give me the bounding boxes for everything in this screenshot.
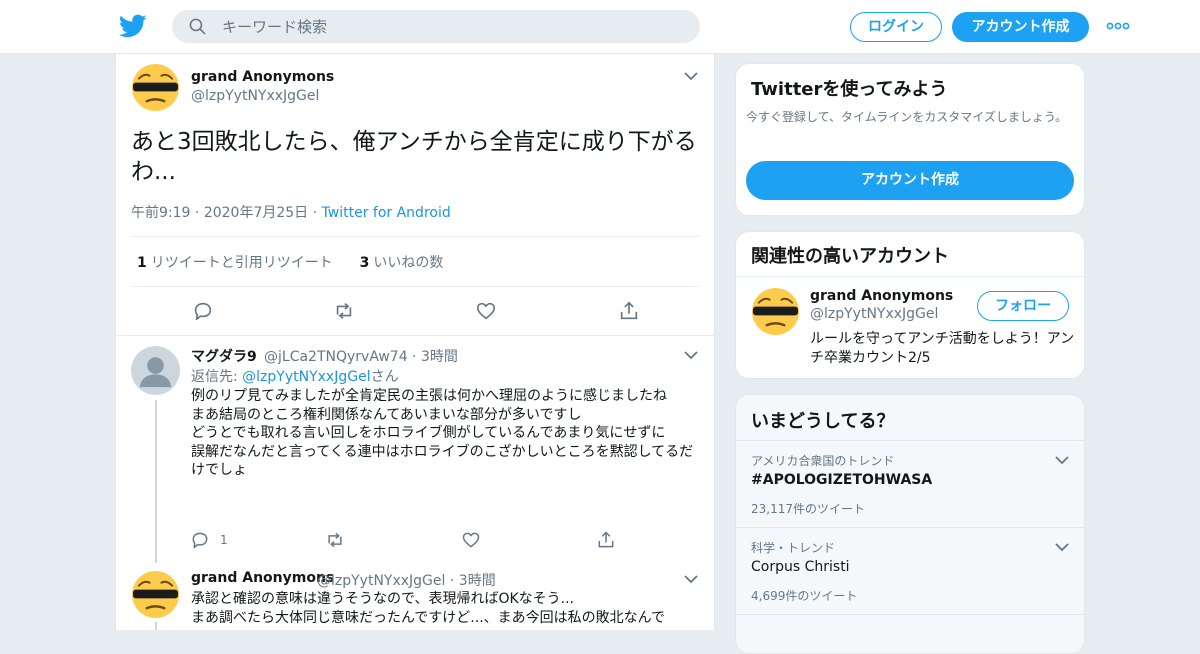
signup-card: Twitterを使ってみよう 今すぐ登録して、タイムラインをカスタマイズしましょ… (735, 63, 1085, 216)
tweet-time[interactable]: 午前9:19 (131, 205, 190, 221)
signup-button[interactable]: アカウント作成 (952, 12, 1089, 42)
chevron-down-icon[interactable] (684, 350, 698, 360)
trend-tweet-count: 4,699件のツイート (751, 589, 858, 603)
reply-line: 誤解だなんだと言ってくる連中はホロライブのこざかしいところを黙認してるだけでしょ (191, 443, 694, 479)
replying-to-link[interactable]: @lzpYytNYxxJgGel (242, 369, 370, 385)
author-handle[interactable]: @lzpYytNYxxJgGel (191, 88, 319, 104)
login-button[interactable]: ログイン (850, 12, 942, 42)
related-accounts-card: 関連性の高いアカウント grand Anonymons @lzpYytNYxxJ… (735, 231, 1085, 379)
trends-card: いまどうしてる？ アメリカ合衆国のトレンド #APOLOGIZETOHWASA … (735, 394, 1085, 654)
trend-item[interactable]: アメリカ合衆国のトレンド #APOLOGIZETOHWASA 23,117件のツ… (736, 441, 1084, 527)
trend-category: アメリカ合衆国のトレンド (751, 454, 895, 468)
related-card-title: 関連性の高いアカウント (751, 246, 949, 267)
reply-line: 承認と確認の意味は違うそうなので、表現帰ればOKなそう... (191, 591, 574, 607)
divider (736, 614, 1084, 615)
author-avatar[interactable] (131, 63, 180, 112)
share-icon[interactable] (596, 530, 616, 550)
divider (131, 286, 699, 287)
default-avatar-icon[interactable] (131, 346, 180, 395)
reply-text: 例のリプ見てみましたが全肯定民の主張は何かへ理屈のように感じましたね まあ結局の… (191, 387, 696, 480)
retweet-icon[interactable] (333, 300, 355, 322)
search-box[interactable] (172, 10, 700, 43)
create-account-button[interactable]: アカウント作成 (746, 161, 1074, 200)
like-stat[interactable]: 3 いいねの数 (360, 255, 444, 271)
like-count: 3 (359, 255, 370, 271)
signup-card-title: Twitterを使ってみよう (751, 79, 948, 100)
reply-line: まあ結局のところ権利関係なんてあいまいな部分が多いですし (191, 406, 582, 423)
related-account-bio: ルールを守ってアンチ活動をしよう！アンチ卒業カウント2/5 (810, 331, 1075, 366)
share-icon[interactable] (618, 300, 640, 322)
like-icon[interactable] (461, 530, 481, 550)
replying-to: 返信先: @lzpYytNYxxJgGelさん (191, 366, 399, 386)
related-account-name[interactable]: grand Anonymons (810, 288, 953, 304)
replying-prefix: 返信先: (191, 369, 243, 385)
more-options-icon[interactable] (1106, 18, 1130, 34)
reply-author-name[interactable]: grand Anonymons (191, 570, 334, 586)
trend-name[interactable]: #APOLOGIZETOHWASA (751, 472, 932, 488)
tweet-stats: 1 リツイートと引用リツイート 3 いいねの数 (137, 252, 443, 272)
reply-time[interactable]: 3時間 (459, 573, 496, 589)
retweet-label: リツイートと引用リツイート (150, 255, 333, 271)
related-account-handle[interactable]: @lzpYytNYxxJgGel (810, 306, 938, 322)
reply-text: 承認と確認の意味は違うそうなので、表現帰ればOKなそう... まあ調べたら大体同… (191, 590, 706, 627)
trends-card-title: いまどうしてる？ (751, 411, 895, 432)
search-input[interactable] (222, 10, 682, 43)
retweet-stat[interactable]: 1 リツイートと引用リツイート (137, 255, 333, 271)
trend-name[interactable]: Corpus Christi (751, 559, 850, 575)
trend-item[interactable]: 科学・トレンド Corpus Christi 4,699件のツイート (736, 528, 1084, 614)
reply-line: 例のリプ見てみましたが全肯定民の主張は何かへ理屈のように感じましたね (191, 388, 667, 404)
reply-author-handle[interactable]: @lzpYytNYxxJgGel · 3時間 (317, 570, 496, 590)
trend-category: 科学・トレンド (751, 541, 836, 555)
reply-handle-text[interactable]: @lzpYytNYxxJgGel (317, 573, 445, 589)
divider (116, 335, 714, 336)
reply-handle-text[interactable]: @jLCa2TNQyrvAw74 (264, 349, 408, 365)
trend-tweet-count: 23,117件のツイート (751, 502, 865, 516)
thread-connector-line (155, 400, 157, 563)
chevron-down-icon[interactable] (1055, 455, 1069, 465)
separator: · (194, 205, 204, 221)
divider (736, 276, 1084, 277)
tweet-source-link[interactable]: Twitter for Android (322, 205, 451, 221)
like-icon[interactable] (475, 300, 497, 322)
reply-icon[interactable] (190, 530, 210, 550)
separator: · (312, 205, 322, 221)
author-avatar[interactable] (131, 570, 180, 619)
divider (131, 236, 699, 237)
reply-line: どうとでも取れる言い回しをホロライブ側がしているんであまり気にせずに (191, 425, 666, 441)
retweet-icon[interactable] (325, 530, 345, 550)
reply-time[interactable]: 3時間 (421, 349, 458, 365)
reply-icon[interactable] (192, 300, 214, 322)
twitter-bird-logo-icon[interactable] (119, 12, 147, 40)
retweet-count: 1 (137, 255, 147, 271)
tweet-detail-column: grand Anonymons @lzpYytNYxxJgGel あと3回敗北し… (115, 54, 715, 630)
like-label: いいねの数 (373, 255, 444, 271)
search-icon (189, 18, 206, 35)
top-navigation-bar: ログイン アカウント作成 (0, 0, 1200, 54)
reply-author-handle[interactable]: @jLCa2TNQyrvAw74 · 3時間 (264, 346, 458, 366)
thread-connector-line (155, 622, 157, 630)
author-avatar[interactable] (751, 287, 800, 336)
tweet-text: あと3回敗北したら、俺アンチから全肯定に成り下がるわ... (131, 129, 697, 185)
reply-author-name[interactable]: マグダラ9 (191, 346, 257, 366)
reply-count: 1 (220, 533, 228, 547)
signup-card-subtitle: 今すぐ登録して、タイムラインをカスタマイズしましょう。 (746, 110, 1068, 124)
reply-line: まあ調べたら大体同じ意味だったんですけど...、まあ今回は私の敗北なんで (191, 609, 665, 626)
author-name[interactable]: grand Anonymons (191, 69, 334, 85)
chevron-down-icon[interactable] (684, 71, 698, 81)
replying-suffix: さん (370, 369, 399, 385)
chevron-down-icon[interactable] (684, 574, 698, 584)
tweet-date[interactable]: 2020年7月25日 (204, 205, 308, 221)
tweet-meta: 午前9:19 · 2020年7月25日 · Twitter for Androi… (131, 202, 451, 222)
follow-button[interactable]: フォロー (977, 291, 1069, 321)
chevron-down-icon[interactable] (1055, 542, 1069, 552)
